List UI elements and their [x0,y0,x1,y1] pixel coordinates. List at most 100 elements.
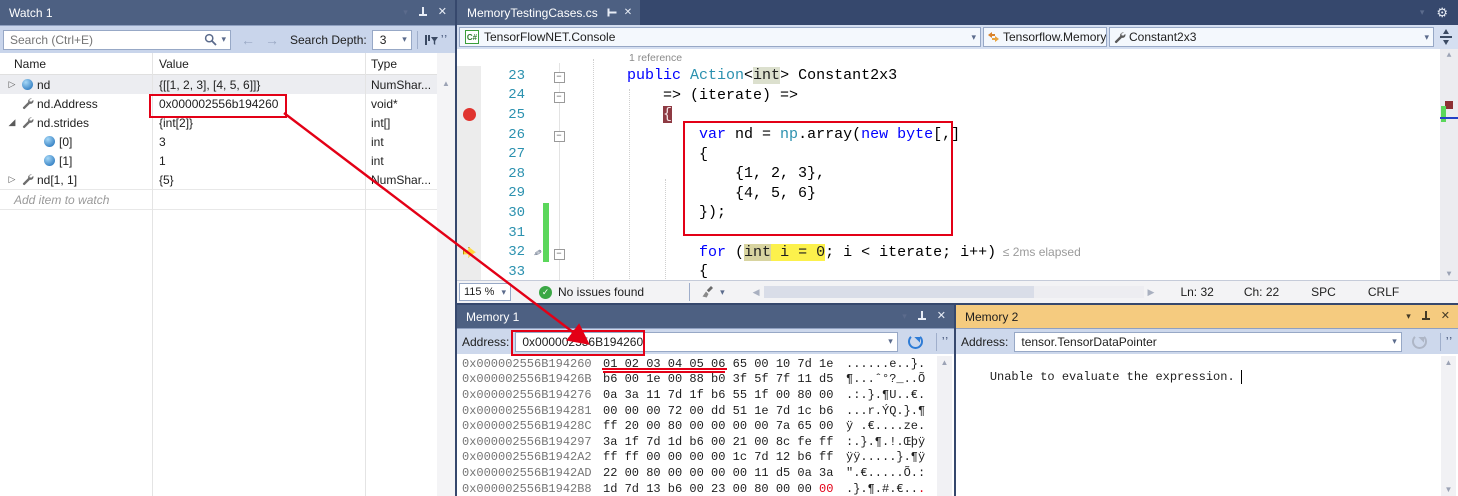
memory-row[interactable]: 0x000002556B1942AD22 00 80 00 00 00 00 1… [462,465,936,481]
breakpoint-margin[interactable] [457,125,481,145]
memory2-content[interactable]: Unable to evaluate the expression. [961,356,1440,496]
code-line[interactable]: 27 { [457,144,1440,164]
breakpoint-margin[interactable] [457,242,481,262]
code-line[interactable]: 33 { [457,262,1440,281]
window-position-icon[interactable]: ▾ [902,312,907,321]
code-line[interactable]: 29 {4, 5, 6} [457,184,1440,204]
hscroll-right-icon[interactable]: ▶ [1148,287,1155,298]
pin-icon[interactable] [1421,311,1431,322]
breakpoint-margin[interactable] [457,262,481,281]
toolbar-overflow-icon[interactable]: ’’ [1446,336,1453,347]
memory2-scrollbar[interactable]: ▲ ▼ [1441,356,1456,496]
editor-window-menu-icon[interactable]: ▾ [1420,8,1425,17]
memory-row[interactable]: 0x000002556B19428Cff 20 00 80 00 00 00 0… [462,418,936,434]
scroll-up-icon[interactable]: ▲ [437,77,455,90]
memory1-titlebar[interactable]: Memory 1 ▾ ✕ [457,305,954,328]
code-line[interactable]: 25 { [457,105,1440,125]
collapse-icon[interactable]: − [554,249,565,260]
scroll-up-icon[interactable]: ▲ [1440,49,1458,62]
document-tab[interactable]: MemoryTestingCases.cs ✕ [457,0,640,25]
memory-row[interactable]: 0x000002556B19426Bb6 00 1e 00 88 b0 3f 5… [462,372,936,388]
code-line[interactable]: 30 }); [457,203,1440,223]
close-icon[interactable]: ✕ [1441,311,1450,322]
issues-text[interactable]: No issues found [558,285,644,299]
pin-icon[interactable] [418,7,428,18]
address-caret-icon[interactable]: ▾ [1388,336,1401,347]
collapse-icon[interactable]: − [554,131,565,142]
tab-close-icon[interactable]: ✕ [624,8,632,18]
expander-icon[interactable]: ▷ [6,79,18,90]
breakpoint-icon[interactable] [463,108,476,121]
breakpoint-margin[interactable] [457,105,481,125]
watch-add-row[interactable]: Add item to watch [0,189,455,210]
memory2-address-combo[interactable]: tensor.TensorDataPointer ▾ [1014,332,1401,352]
code-line[interactable]: 23−public Action<int> Constant2x3 [457,66,1440,86]
fold-toggle[interactable]: − [549,67,569,84]
code-editor[interactable]: 1 reference 23−public Action<int> Consta… [457,49,1458,281]
zoom-select[interactable]: 115 % ▾ [459,283,511,301]
collapse-icon[interactable]: − [554,72,565,83]
memory-row[interactable]: 0x000002556B1942760a 3a 11 7d 1f b6 55 1… [462,387,936,403]
memory2-titlebar[interactable]: Memory 2 ▾ ✕ [956,305,1458,328]
code-line[interactable]: 32✎− for (int i = 0; i < iterate; i++) ≤… [457,242,1440,262]
collapse-icon[interactable]: − [554,92,565,103]
watch-row[interactable]: ▷nd[1, 1]{5}NumShar... [0,170,455,189]
split-window-icon[interactable] [1438,29,1454,45]
memory1-scrollbar[interactable]: ▲ [937,356,952,496]
codelens-references[interactable]: 1 reference [629,52,682,64]
watch-row[interactable]: [1]1int [0,151,455,170]
filter-icon[interactable] [423,33,439,47]
breakpoint-margin[interactable] [457,86,481,106]
code-line[interactable]: 28 {1, 2, 3}, [457,164,1440,184]
breakpoint-margin[interactable] [457,164,481,184]
watch-row[interactable]: ◢nd.strides{int[2]}int[] [0,113,455,132]
watch-row[interactable]: ▷nd{[[1, 2, 3], [4, 5, 6]]}NumShar... [0,75,455,94]
tab-pin-icon[interactable] [605,8,616,18]
hscrollbar[interactable] [764,286,1144,298]
search-depth-select[interactable]: 3 ▾ [372,30,412,50]
scroll-up-icon[interactable]: ▲ [1441,356,1456,369]
watch-titlebar[interactable]: Watch 1 ▾ ✕ [0,0,455,25]
expander-icon[interactable]: ▷ [6,174,18,185]
search-icon[interactable] [204,33,217,46]
address-caret-icon[interactable]: ▾ [884,336,897,347]
memory2-address-value[interactable]: tensor.TensorDataPointer [1015,335,1156,349]
fold-toggle[interactable]: − [549,126,569,143]
breakpoint-margin[interactable] [457,144,481,164]
watch-row[interactable]: [0]3int [0,132,455,151]
pin-icon[interactable] [917,311,927,322]
search-input[interactable] [4,32,204,48]
class-dropdown[interactable]: Tensorflow.MemoryTestingCases ▾ [983,27,1107,47]
memory-row[interactable]: 0x000002556B1942A2ff ff 00 00 00 00 1c 7… [462,450,936,466]
breakpoint-margin[interactable] [457,66,481,86]
window-position-icon[interactable]: ▾ [403,8,408,17]
toolbar-overflow-icon[interactable]: ’’ [441,34,448,45]
code-line[interactable]: 26− var nd = np.array(new byte[,] [457,125,1440,145]
code-cleanup-icon[interactable] [701,285,716,299]
code-line[interactable]: 31 [457,223,1440,243]
watch-search-box[interactable]: ▾ [3,30,231,50]
editor-scrollbar[interactable]: ▲ ▼ [1440,49,1458,281]
memory-row[interactable]: 0x000002556B1942B81d 7d 13 b6 00 23 00 8… [462,481,936,496]
toolbar-overflow-icon[interactable]: ’’ [942,336,949,347]
breakpoint-margin[interactable] [457,203,481,223]
fold-toggle[interactable]: − [549,87,569,104]
memory-row[interactable]: 0x000002556B1942973a 1f 7d 1d b6 00 21 0… [462,434,936,450]
close-icon[interactable]: ✕ [438,7,447,18]
expander-icon[interactable]: ◢ [6,117,18,128]
fold-toggle[interactable]: − [549,244,569,261]
back-icon[interactable]: ← [241,32,255,48]
code-line[interactable]: 24− => (iterate) => [457,86,1440,106]
window-position-icon[interactable]: ▾ [1406,312,1411,321]
breakpoint-margin[interactable] [457,184,481,204]
search-options-caret-icon[interactable]: ▾ [217,34,230,45]
issues-check-icon[interactable]: ✓ [539,286,552,299]
memory1-content[interactable]: 0x000002556B19426001 02 03 04 05 06 65 0… [462,356,936,496]
cleanup-caret-icon[interactable]: ▾ [720,287,725,298]
member-dropdown[interactable]: Constant2x3 ▾ [1109,27,1434,47]
memory-row[interactable]: 0x000002556B19428100 00 00 72 00 dd 51 1… [462,403,936,419]
project-dropdown[interactable]: C# TensorFlowNET.Console ▾ [459,27,981,47]
watch-row[interactable]: nd.Address0x000002556b194260void* [0,94,455,113]
breakpoint-margin[interactable] [457,223,481,243]
gear-icon[interactable]: ⚙ [1436,6,1448,19]
